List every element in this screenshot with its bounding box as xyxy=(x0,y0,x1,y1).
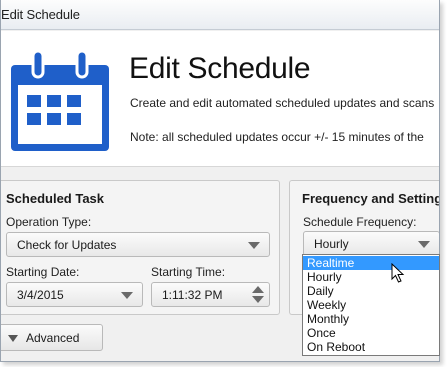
spinner-icon[interactable] xyxy=(252,286,264,304)
scheduled-task-panel: Scheduled Task Operation Type: Check for… xyxy=(1,180,280,315)
spin-down-icon[interactable] xyxy=(252,296,264,303)
chevron-down-icon xyxy=(8,335,18,342)
starting-date-value: 3/4/2015 xyxy=(17,288,64,302)
title-bar[interactable]: Edit Schedule xyxy=(1,0,439,30)
schedule-frequency-dropdown: Realtime Hourly Daily Weekly Monthly Onc… xyxy=(302,254,440,356)
schedule-frequency-select[interactable]: Hourly xyxy=(303,231,439,256)
page-description: Create and edit automated scheduled upda… xyxy=(130,96,435,110)
dropdown-option-monthly[interactable]: Monthly xyxy=(303,312,439,326)
starting-date-label: Starting Date: xyxy=(6,265,80,279)
starting-time-value: 1:11:32 PM xyxy=(162,288,223,302)
spin-up-icon[interactable] xyxy=(252,286,264,293)
schedule-frequency-label: Schedule Frequency: xyxy=(303,215,417,229)
dropdown-option-weekly[interactable]: Weekly xyxy=(303,298,439,312)
page-title: Edit Schedule xyxy=(129,52,311,85)
operation-type-select[interactable]: Check for Updates xyxy=(6,232,270,257)
starting-date-picker[interactable]: 3/4/2015 xyxy=(6,282,143,307)
header-banner: Edit Schedule Create and edit automated … xyxy=(1,31,439,167)
chevron-down-icon xyxy=(418,241,430,248)
operation-type-label: Operation Type: xyxy=(6,215,92,229)
advanced-label: Advanced xyxy=(26,331,80,345)
frequency-title: Frequency and Settings xyxy=(302,191,440,206)
chevron-down-icon xyxy=(248,242,260,249)
dropdown-option-on-reboot[interactable]: On Reboot xyxy=(303,340,439,354)
starting-time-label: Starting Time: xyxy=(151,265,226,279)
dropdown-option-hourly[interactable]: Hourly xyxy=(303,270,439,284)
chevron-down-icon[interactable] xyxy=(121,292,133,299)
dropdown-option-once[interactable]: Once xyxy=(303,326,439,340)
schedule-frequency-value: Hourly xyxy=(314,237,349,251)
calendar-icon xyxy=(11,49,109,151)
dropdown-option-daily[interactable]: Daily xyxy=(303,284,439,298)
scheduled-task-title: Scheduled Task xyxy=(6,191,105,206)
starting-time-field[interactable]: 1:11:32 PM xyxy=(151,282,270,307)
operation-type-value: Check for Updates xyxy=(17,238,117,252)
schedule-note: Note: all scheduled updates occur +/- 15… xyxy=(130,130,424,144)
dropdown-option-realtime[interactable]: Realtime xyxy=(303,256,439,270)
advanced-button[interactable]: Advanced xyxy=(1,324,103,351)
window-title: Edit Schedule xyxy=(1,7,80,22)
mouse-cursor-icon xyxy=(391,263,405,283)
